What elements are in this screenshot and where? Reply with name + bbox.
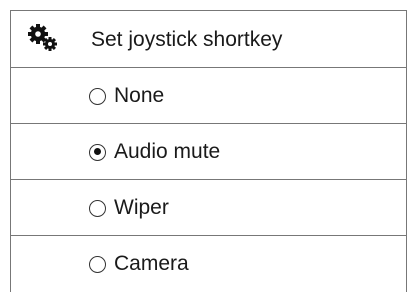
option-camera[interactable]: Camera (89, 236, 189, 292)
radio-wiper[interactable] (89, 199, 106, 217)
joystick-shortkey-panel: Set joystick shortkey None Audio mute Wi… (10, 10, 407, 292)
radio-audio-mute[interactable] (89, 143, 106, 161)
option-wiper[interactable]: Wiper (89, 180, 169, 236)
panel-header: Set joystick shortkey (11, 11, 406, 68)
option-audio-mute[interactable]: Audio mute (89, 124, 220, 180)
option-label: Audio mute (114, 140, 221, 163)
option-label: Wiper (114, 196, 169, 219)
option-row-none: None (11, 68, 406, 124)
option-row-camera: Camera (11, 236, 406, 292)
option-none[interactable]: None (89, 68, 164, 124)
panel-title: Set joystick shortkey (91, 28, 283, 51)
radio-none[interactable] (89, 87, 106, 105)
radio-camera[interactable] (89, 255, 106, 273)
gears-icon (28, 24, 58, 52)
option-row-wiper: Wiper (11, 180, 406, 236)
option-row-audio-mute: Audio mute (11, 124, 406, 180)
option-label: Camera (114, 252, 189, 275)
option-label: None (114, 84, 165, 107)
